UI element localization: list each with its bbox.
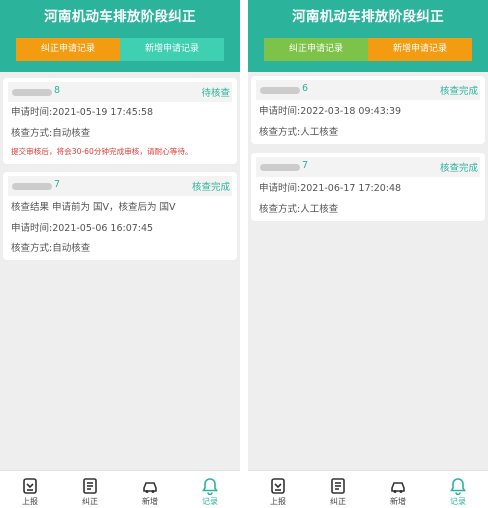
- status-badge: 核查完成: [439, 163, 478, 174]
- record-id-suffix: 6: [302, 83, 309, 94]
- header: 河南机动车排放阶段纠正 纠正申请记录 新增申请记录: [0, 0, 240, 72]
- bottom-nav: 上报 纠正 新增 记录: [0, 470, 240, 508]
- redacted-plate: [260, 164, 300, 171]
- record-id-row: 8 待核查: [8, 82, 232, 102]
- nav-report[interactable]: 上报: [248, 471, 308, 508]
- redacted-plate: [260, 87, 300, 94]
- nav-label: 记录: [450, 497, 466, 506]
- apply-time: 申请时间:2021-05-19 17:45:58: [11, 107, 154, 118]
- header: 河南机动车排放阶段纠正 纠正申请记录 新增申请记录: [248, 0, 488, 72]
- tab-new-records[interactable]: 新增申请记录: [120, 38, 224, 61]
- apply-time: 申请时间:2022-03-18 09:43:39: [259, 106, 402, 117]
- record-id-row: 7 核查完成: [256, 157, 480, 177]
- record-id-row: 6 核查完成: [256, 80, 480, 100]
- record-card[interactable]: 8 待核查 申请时间:2021-05-19 17:45:58 核查方式:自动核查…: [3, 78, 237, 164]
- check-method: 核查方式:人工核查: [259, 204, 339, 215]
- correct-icon: [331, 478, 345, 494]
- nav-label: 新增: [142, 497, 158, 506]
- report-icon: [23, 478, 37, 494]
- tab-correction-records[interactable]: 纠正申请记录: [264, 38, 368, 61]
- apply-time: 申请时间:2021-06-17 17:20:48: [259, 183, 402, 194]
- redacted-plate: [12, 89, 52, 96]
- nav-add[interactable]: 新增: [120, 471, 180, 508]
- bell-icon: [450, 478, 466, 495]
- right-screen: 河南机动车排放阶段纠正 纠正申请记录 新增申请记录 6 核查完成 申请时间:20…: [248, 0, 488, 508]
- redacted-plate: [12, 183, 52, 190]
- car-icon: [391, 482, 405, 493]
- nav-correct[interactable]: 纠正: [60, 471, 120, 508]
- record-card[interactable]: 7 核查完成 核查结果 申请前为 国V，核查后为 国V 申请时间:2021-05…: [3, 172, 237, 260]
- tab-correction-records[interactable]: 纠正申请记录: [16, 38, 120, 61]
- record-card[interactable]: 7 核查完成 申请时间:2021-06-17 17:20:48 核查方式:人工核…: [251, 153, 485, 221]
- page-title: 河南机动车排放阶段纠正: [44, 9, 196, 25]
- report-icon: [271, 478, 285, 494]
- app-comparison: 河南机动车排放阶段纠正 纠正申请记录 新增申请记录 8 待核查 申请时间:202…: [0, 0, 488, 508]
- check-method: 核查方式:自动核查: [11, 243, 91, 254]
- nav-add[interactable]: 新增: [368, 471, 428, 508]
- record-id-row: 7 核查完成: [8, 176, 232, 196]
- warning-text: 提交审核后，将会30-60分钟完成审核，请耐心等待。: [11, 147, 193, 156]
- apply-time: 申请时间:2021-05-06 16:07:45: [11, 223, 154, 234]
- status-badge: 待核查: [201, 88, 230, 99]
- nav-label: 上报: [22, 497, 38, 506]
- nav-records[interactable]: 记录: [428, 471, 488, 508]
- record-id-suffix: 8: [54, 85, 61, 96]
- tab-new-records[interactable]: 新增申请记录: [368, 38, 472, 61]
- correct-icon: [83, 478, 97, 494]
- status-badge: 核查完成: [439, 86, 478, 97]
- record-card[interactable]: 6 核查完成 申请时间:2022-03-18 09:43:39 核查方式:人工核…: [251, 76, 485, 144]
- tab-bar: 纠正申请记录 新增申请记录: [264, 38, 472, 61]
- nav-correct[interactable]: 纠正: [308, 471, 368, 508]
- page-title: 河南机动车排放阶段纠正: [292, 9, 444, 25]
- nav-label: 新增: [390, 497, 406, 506]
- car-icon: [143, 482, 157, 493]
- nav-label: 纠正: [82, 497, 98, 506]
- check-method: 核查方式:人工核查: [259, 127, 339, 138]
- tab-bar: 纠正申请记录 新增申请记录: [16, 38, 224, 61]
- nav-label: 记录: [202, 497, 218, 506]
- record-id-suffix: 7: [302, 160, 309, 171]
- bottom-nav: 上报 纠正 新增 记录: [248, 470, 488, 508]
- nav-label: 上报: [270, 497, 286, 506]
- left-screen: 河南机动车排放阶段纠正 纠正申请记录 新增申请记录 8 待核查 申请时间:202…: [0, 0, 240, 508]
- record-id-suffix: 7: [54, 179, 61, 190]
- bell-icon: [202, 478, 218, 495]
- check-method: 核查方式:自动核查: [11, 128, 91, 139]
- nav-label: 纠正: [330, 497, 346, 506]
- status-badge: 核查完成: [191, 182, 230, 193]
- nav-report[interactable]: 上报: [0, 471, 60, 508]
- nav-records[interactable]: 记录: [180, 471, 240, 508]
- check-result: 核查结果 申请前为 国V，核查后为 国V: [11, 202, 176, 213]
